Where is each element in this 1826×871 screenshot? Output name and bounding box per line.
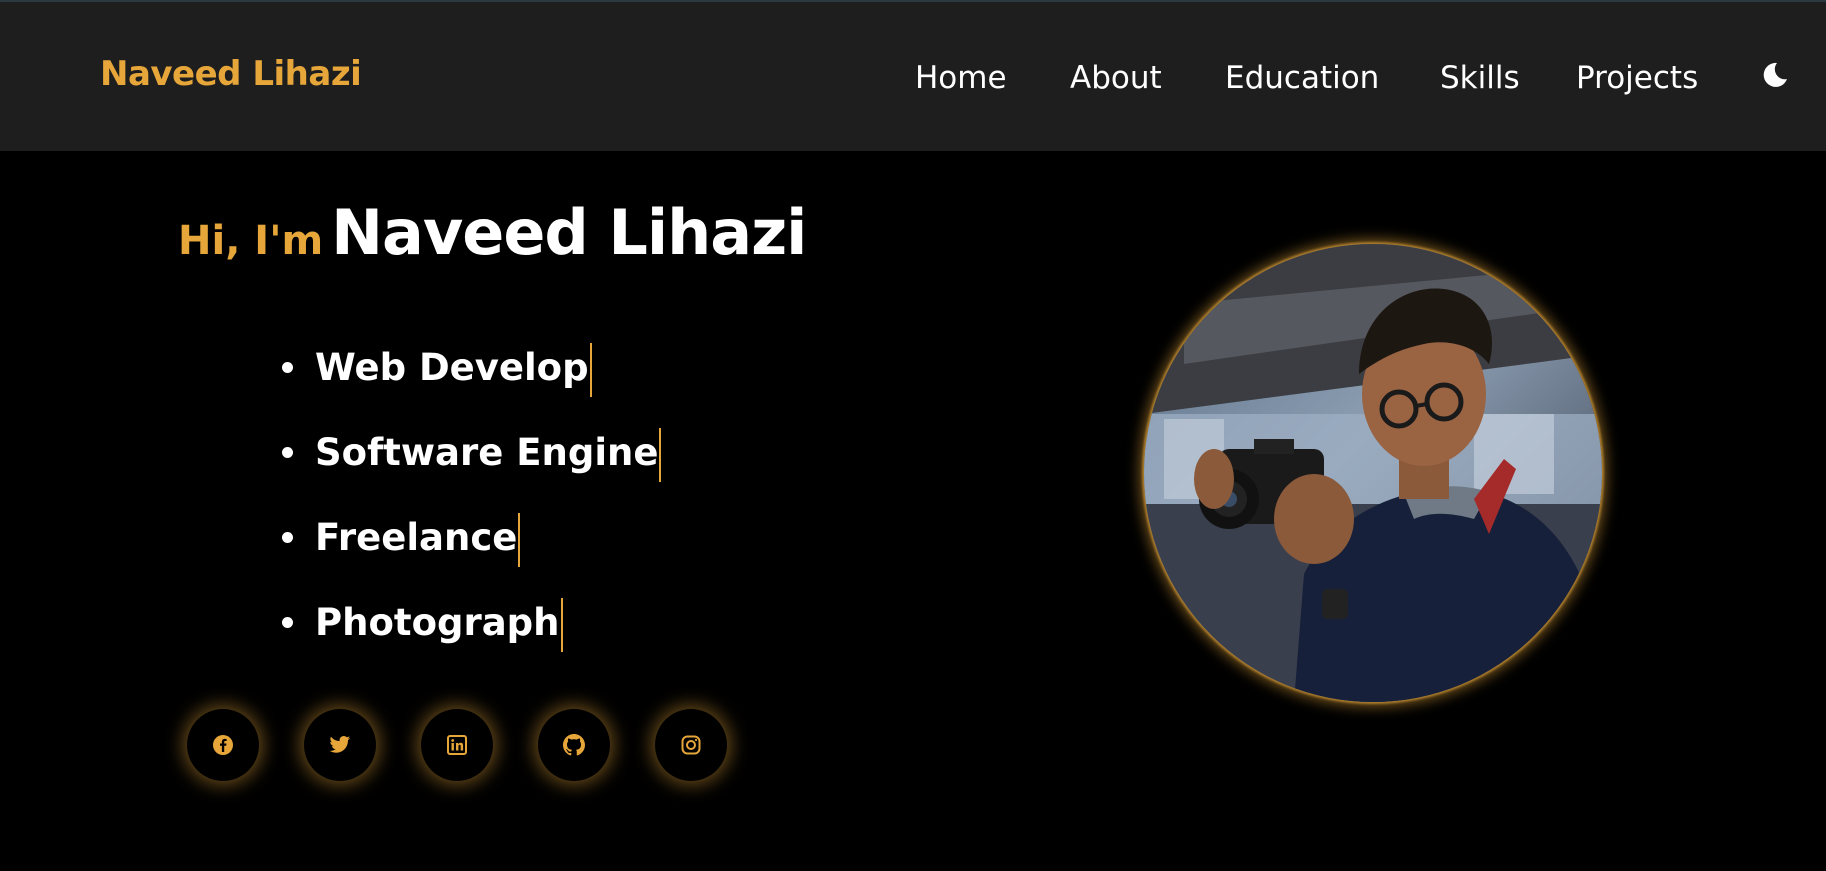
typing-caret	[589, 342, 592, 397]
profile-photo-illustration	[1144, 244, 1602, 702]
role-text: Software Engine	[315, 431, 659, 474]
typing-caret	[659, 427, 662, 482]
nav-education[interactable]: Education	[1225, 60, 1379, 96]
instagram-icon	[681, 735, 701, 755]
navbar: Naveed Lihazi Home About Education Skill…	[0, 0, 1826, 151]
role-text: Freelance	[315, 516, 518, 559]
linkedin-icon	[447, 735, 467, 755]
linkedin-button[interactable]	[421, 709, 493, 781]
nav-skills[interactable]: Skills	[1440, 60, 1520, 96]
moon-icon	[1763, 62, 1787, 87]
github-button[interactable]	[538, 709, 610, 781]
instagram-button[interactable]	[655, 709, 727, 781]
role-text: Web Develop	[315, 346, 589, 389]
nav-home[interactable]: Home	[915, 60, 1007, 96]
nav-projects[interactable]: Projects	[1576, 60, 1698, 96]
twitter-button[interactable]	[304, 709, 376, 781]
facebook-icon	[213, 735, 233, 755]
bullet	[282, 617, 293, 628]
nav-about[interactable]: About	[1070, 60, 1162, 96]
hero-name: Naveed Lihazi	[331, 196, 807, 269]
facebook-button[interactable]	[187, 709, 259, 781]
hero-heading: Hi, I'm Naveed Lihazi	[178, 196, 807, 269]
hero-greeting: Hi, I'm	[178, 218, 324, 264]
typing-caret	[518, 512, 521, 567]
role-text: Photograph	[315, 601, 560, 644]
github-icon	[563, 734, 585, 756]
bullet	[282, 532, 293, 543]
bullet	[282, 447, 293, 458]
twitter-icon	[329, 736, 351, 753]
brand-logo-text[interactable]: Naveed Lihazi	[100, 54, 362, 94]
profile-photo	[1144, 244, 1602, 702]
bullet	[282, 362, 293, 373]
theme-toggle-button[interactable]	[1760, 60, 1794, 94]
typing-caret	[560, 597, 563, 652]
